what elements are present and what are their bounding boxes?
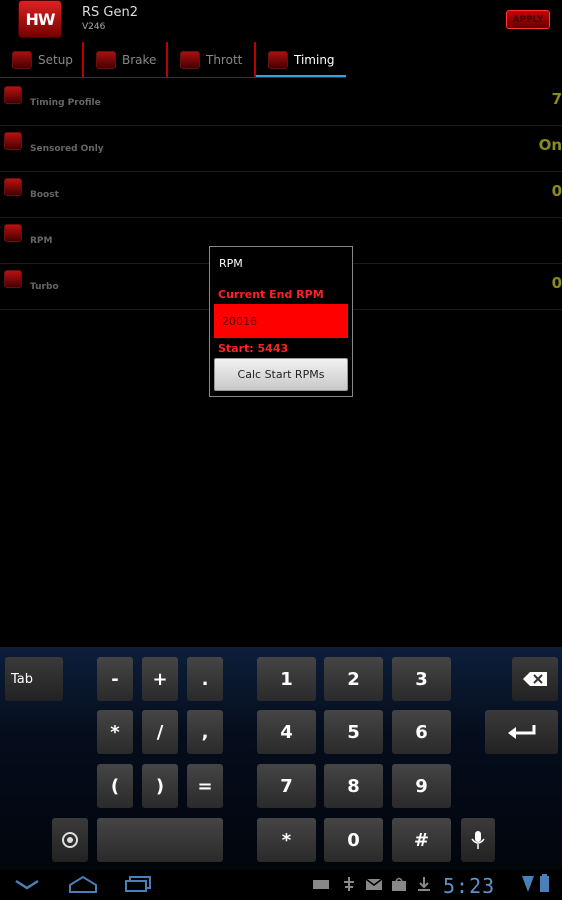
numeric-keyboard: Tab - + . 1 2 3 * / , 4 5 6 ( ) = 7 8 9 … <box>0 647 562 870</box>
battery-icon <box>540 874 549 892</box>
app-title: RS Gen2 <box>82 5 138 20</box>
apply-button[interactable]: APPLY <box>506 10 550 29</box>
setting-label: Sensored Only <box>30 144 104 154</box>
key-minus[interactable]: - <box>97 657 133 701</box>
brake-icon <box>96 51 116 69</box>
key-star[interactable]: * <box>257 818 316 862</box>
setting-value: On <box>538 136 562 154</box>
rpm-dialog: RPM Current End RPM Start: 5443 Calc Sta… <box>209 246 353 397</box>
turbo-icon <box>4 270 22 288</box>
setup-icon <box>12 51 32 69</box>
download-icon <box>418 877 430 891</box>
microphone-key[interactable] <box>461 818 495 862</box>
backspace-key[interactable] <box>512 657 558 701</box>
tab-bar: Setup Brake Thrott Timing <box>0 42 346 78</box>
settings-key[interactable] <box>52 818 88 862</box>
key-0[interactable]: 0 <box>324 818 383 862</box>
throttle-icon <box>180 51 200 69</box>
boost-icon <box>4 178 22 196</box>
system-bar: 5:23 <box>0 870 562 900</box>
tab-brake[interactable]: Brake <box>84 42 168 78</box>
key-2[interactable]: 2 <box>324 657 383 701</box>
key-close-paren[interactable]: ) <box>142 764 178 808</box>
tab-timing[interactable]: Timing <box>256 42 346 78</box>
setting-value: 0 <box>551 182 562 200</box>
tab-key[interactable]: Tab <box>5 657 63 701</box>
key-asterisk[interactable]: * <box>97 710 133 754</box>
tab-divider <box>0 77 346 78</box>
tab-label: Timing <box>294 53 335 67</box>
setting-label: Boost <box>30 190 59 200</box>
space-key[interactable] <box>97 818 223 862</box>
key-equals[interactable]: = <box>187 764 223 808</box>
app-header: HW RS Gen2 V246 APPLY <box>0 0 562 42</box>
tab-label: Brake <box>122 53 157 67</box>
key-comma[interactable]: , <box>187 710 223 754</box>
gmail-icon <box>366 879 382 890</box>
setting-row-timing-profile[interactable]: Timing Profile 7 <box>0 80 562 126</box>
setting-value: 7 <box>551 90 562 108</box>
usb-debug-icon <box>344 877 354 891</box>
key-6[interactable]: 6 <box>392 710 451 754</box>
tab-throttle[interactable]: Thrott <box>168 42 256 78</box>
wifi-icon <box>522 876 534 892</box>
tab-label: Setup <box>38 53 73 67</box>
key-9[interactable]: 9 <box>392 764 451 808</box>
setting-row-boost[interactable]: Boost 0 <box>0 172 562 218</box>
microphone-icon <box>471 831 485 849</box>
key-5[interactable]: 5 <box>324 710 383 754</box>
key-3[interactable]: 3 <box>392 657 451 701</box>
key-8[interactable]: 8 <box>324 764 383 808</box>
setting-row-sensored-only[interactable]: Sensored Only On <box>0 126 562 172</box>
end-rpm-label: Current End RPM <box>218 288 324 301</box>
timing-icon <box>268 51 288 69</box>
app-logo[interactable]: HW <box>18 0 62 38</box>
key-7[interactable]: 7 <box>257 764 316 808</box>
sensored-only-icon <box>4 132 22 150</box>
home-icon[interactable] <box>68 875 98 893</box>
setting-label: Turbo <box>30 282 59 292</box>
setting-label: RPM <box>30 236 53 246</box>
shopping-bag-icon <box>392 877 406 891</box>
enter-key[interactable] <box>485 710 558 754</box>
clock: 5:23 <box>443 874 496 898</box>
logo-text: HW <box>25 9 55 29</box>
setting-value: 0 <box>551 274 562 292</box>
key-period[interactable]: . <box>187 657 223 701</box>
backspace-icon <box>523 672 547 686</box>
rpm-icon <box>4 224 22 242</box>
key-hash[interactable]: # <box>392 818 451 862</box>
tab-label: Thrott <box>206 53 243 67</box>
start-rpm-text: Start: 5443 <box>218 342 289 355</box>
keyboard-icon <box>313 880 329 889</box>
key-plus[interactable]: + <box>142 657 178 701</box>
app-version: V246 <box>82 22 106 32</box>
enter-icon <box>507 725 535 739</box>
back-chevron-icon[interactable] <box>14 879 40 891</box>
key-1[interactable]: 1 <box>257 657 316 701</box>
timing-profile-icon <box>4 86 22 104</box>
end-rpm-input[interactable] <box>214 304 348 338</box>
dialog-title: RPM <box>219 257 243 270</box>
key-slash[interactable]: / <box>142 710 178 754</box>
key-open-paren[interactable]: ( <box>97 764 133 808</box>
key-4[interactable]: 4 <box>257 710 316 754</box>
recent-apps-icon[interactable] <box>124 876 152 892</box>
tab-setup[interactable]: Setup <box>0 42 84 78</box>
setting-label: Timing Profile <box>30 98 101 108</box>
settings-gear-icon <box>62 832 78 848</box>
calc-start-rpms-button[interactable]: Calc Start RPMs <box>214 358 348 391</box>
